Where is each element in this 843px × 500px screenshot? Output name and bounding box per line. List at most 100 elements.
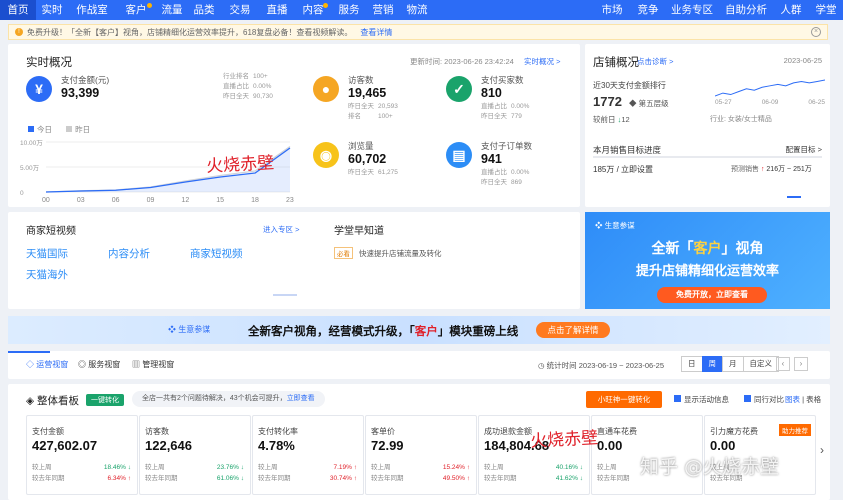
compare-week: 较上周 (32, 464, 52, 471)
kpi-value: 72.99 (371, 438, 404, 453)
videos-carousel-indicator[interactable] (273, 294, 297, 296)
kpi-compare-values: 23.76% ↓ 61.06% ↓ (217, 462, 244, 484)
sparkline-date: 06-09 (761, 99, 779, 106)
mid-banner[interactable]: ❖ 生意参谋 全新客户视角，经营模式升级，「客户」模块重磅上线 点击了解详情 (8, 316, 830, 344)
nav-item-2[interactable]: 作战室 (68, 0, 116, 20)
detail-label: 昨日全天 (223, 93, 249, 100)
metric-label: 支付买家数 (481, 75, 524, 85)
period-button-0[interactable]: 日 (681, 356, 703, 372)
video-item-2[interactable]: 内容分析 (108, 246, 150, 261)
metric-label: 支付子订单数 (481, 141, 533, 151)
nav-item-8[interactable]: 内容 (294, 0, 332, 20)
target-value[interactable]: 185万 / 立即设置 (593, 164, 653, 175)
detail-value: 100+ (253, 73, 268, 80)
scroll-right-icon[interactable]: › (820, 443, 824, 457)
clock-icon: ◷ (538, 361, 545, 370)
tab-active-underline (8, 351, 50, 353)
stat-time: ◷ 统计时间 2023-06-19 ~ 2023-06-25 (538, 360, 664, 371)
videos-link[interactable]: 进入专区 > (263, 224, 299, 235)
arrow-down-icon: ↓ (240, 475, 244, 482)
nav-item-12[interactable]: 市场 (593, 0, 631, 20)
kpi-compare-labels: 较上周 较去年同期 (371, 462, 404, 484)
nav-item-9[interactable]: 服务 (332, 0, 366, 20)
x-tick-label: 18 (251, 197, 259, 204)
nav-item-10[interactable]: 营销 (366, 0, 400, 20)
opt-compare[interactable]: 同行对比 (744, 394, 784, 405)
kpi-card[interactable]: 客单价 72.99 较上周 较去年同期 15.24% ↑ 49.50% ↑ (365, 415, 477, 495)
opt-activity[interactable]: 显示活动信息 (674, 394, 729, 405)
top-nav: 首页 实时 作战室 客户 流量 品类 交易 直播 内容 服务 营销 物流 市场 竞争 业务专区 自助分析 人群学… (0, 0, 843, 20)
notice-link[interactable]: 立即查看 (287, 395, 315, 402)
nav-item-5[interactable]: 品类 (188, 0, 220, 20)
y-tick-label: 0 (20, 190, 24, 197)
nav-item-0[interactable]: 首页 (0, 0, 36, 20)
nav-item-16[interactable]: 人群 (773, 0, 809, 20)
promo-cta-button[interactable]: 免费开放，立即查看 (657, 287, 767, 303)
realtime-link[interactable]: 实时概况 > (524, 56, 560, 67)
next-icon[interactable]: › (794, 357, 808, 371)
industry-text: 行业: 女装/女士精品 (710, 116, 772, 123)
rate-week: 40.16% (555, 464, 578, 471)
chart-view-link[interactable]: 图表 (785, 395, 800, 404)
carousel-indicator[interactable] (787, 196, 801, 198)
checkbox-checked-icon[interactable] (674, 395, 681, 402)
kpi-card[interactable]: 访客数 122,646 较上周 较去年同期 23.76% ↓ 61.06% ↓ (139, 415, 251, 495)
tabs-bar: ◇ 运营视窗 ◎ 服务视窗 ▥ 管理视窗 ◷ 统计时间 2023-06-19 ~… (8, 351, 830, 379)
arrow-up-icon: ↑ (353, 464, 357, 471)
overview-title: ◈ 整体看板 (26, 393, 79, 408)
video-item-3[interactable]: 商家短视频 (190, 246, 243, 261)
kpi-value: 427,602.07 (32, 438, 98, 453)
target-link[interactable]: 配置目标 > (786, 144, 822, 155)
arrow-up-icon: ↑ (353, 475, 357, 482)
alert-link[interactable]: 查看详情 (360, 27, 392, 38)
arrow-up-icon: ↑ (466, 464, 470, 471)
prev-icon[interactable]: ‹ (776, 357, 790, 371)
diagnose-link[interactable]: 点击诊断 > (637, 56, 673, 67)
tab-manage[interactable]: ▥ 管理视窗 (132, 359, 174, 370)
nav-item-4[interactable]: 流量 (156, 0, 188, 20)
tab-service[interactable]: ◎ 服务视窗 (78, 359, 120, 370)
mid-cta-button[interactable]: 点击了解详情 (536, 322, 610, 338)
nav-item-7[interactable]: 直播 (260, 0, 294, 20)
overview-badge[interactable]: 一键转化 (86, 394, 124, 406)
detail-label: 排名 (348, 113, 361, 120)
compare-year: 较去年同期 (32, 475, 65, 482)
close-icon[interactable]: × (811, 27, 821, 37)
arrow-up-icon: ↑ (466, 475, 470, 482)
nav-item-11[interactable]: 物流 (400, 0, 434, 20)
video-item-1[interactable]: 天猫国际 (26, 246, 68, 261)
metric-value: 60,702 (348, 152, 387, 166)
metric-label: 浏览量 (348, 141, 374, 151)
notification-dot-icon (323, 3, 328, 8)
kpi-badge[interactable]: 助力推荐 (779, 424, 811, 436)
period-button-2[interactable]: 月 (722, 356, 744, 372)
opt-activity-label: 显示活动信息 (684, 395, 729, 404)
promo-banner[interactable]: ❖ 生意参谋 全新「客户」视角 提升店铺精细化运营效率 免费开放，立即查看 (585, 212, 830, 309)
nav-item-14[interactable]: 业务专区 (665, 0, 719, 20)
nav-item-17[interactable]: 学堂 (809, 0, 843, 20)
period-button-1[interactable]: 周 (701, 356, 723, 372)
table-view-link[interactable]: 表格 (806, 395, 821, 404)
kpi-card[interactable]: 支付转化率 4.78% 较上周 较去年同期 7.19% ↑ 30.74% ↑ (252, 415, 364, 495)
nav-item-1[interactable]: 实时 (36, 0, 68, 20)
academy-item[interactable]: 快速提升店铺流量及转化 (359, 248, 442, 259)
nav-item-6[interactable]: 交易 (220, 0, 260, 20)
one-click-button[interactable]: 小旺神一键转化 (586, 391, 662, 408)
rate-year: 41.62% (555, 475, 578, 482)
kpi-card[interactable]: 支付金额 427,602.07 较上周 较去年同期 18.46% ↓ 6.34% ↑ (26, 415, 138, 495)
kpi-value: 0.00 (597, 438, 623, 453)
metric-icon-1: ● (313, 76, 339, 102)
video-item-4[interactable]: 天猫海外 (26, 267, 68, 282)
x-tick-label: 23 (286, 197, 294, 204)
nav-item-3[interactable]: 客户 (116, 0, 156, 20)
nav-item-13[interactable]: 竞争 (631, 0, 665, 20)
nav-item-15[interactable]: 自助分析 (719, 0, 773, 20)
x-tick-label: 09 (147, 197, 155, 204)
checkbox-checked-icon[interactable] (744, 395, 751, 402)
metric-icon-2: ✓ (446, 76, 472, 102)
service-icon: ◎ (78, 360, 86, 369)
period-button-3[interactable]: 自定义 (742, 356, 779, 372)
tab-ops[interactable]: ◇ 运营视窗 (26, 359, 68, 370)
compare-week: 较上周 (484, 464, 504, 471)
mid-text-c: 」模块重磅上线 (437, 326, 519, 338)
